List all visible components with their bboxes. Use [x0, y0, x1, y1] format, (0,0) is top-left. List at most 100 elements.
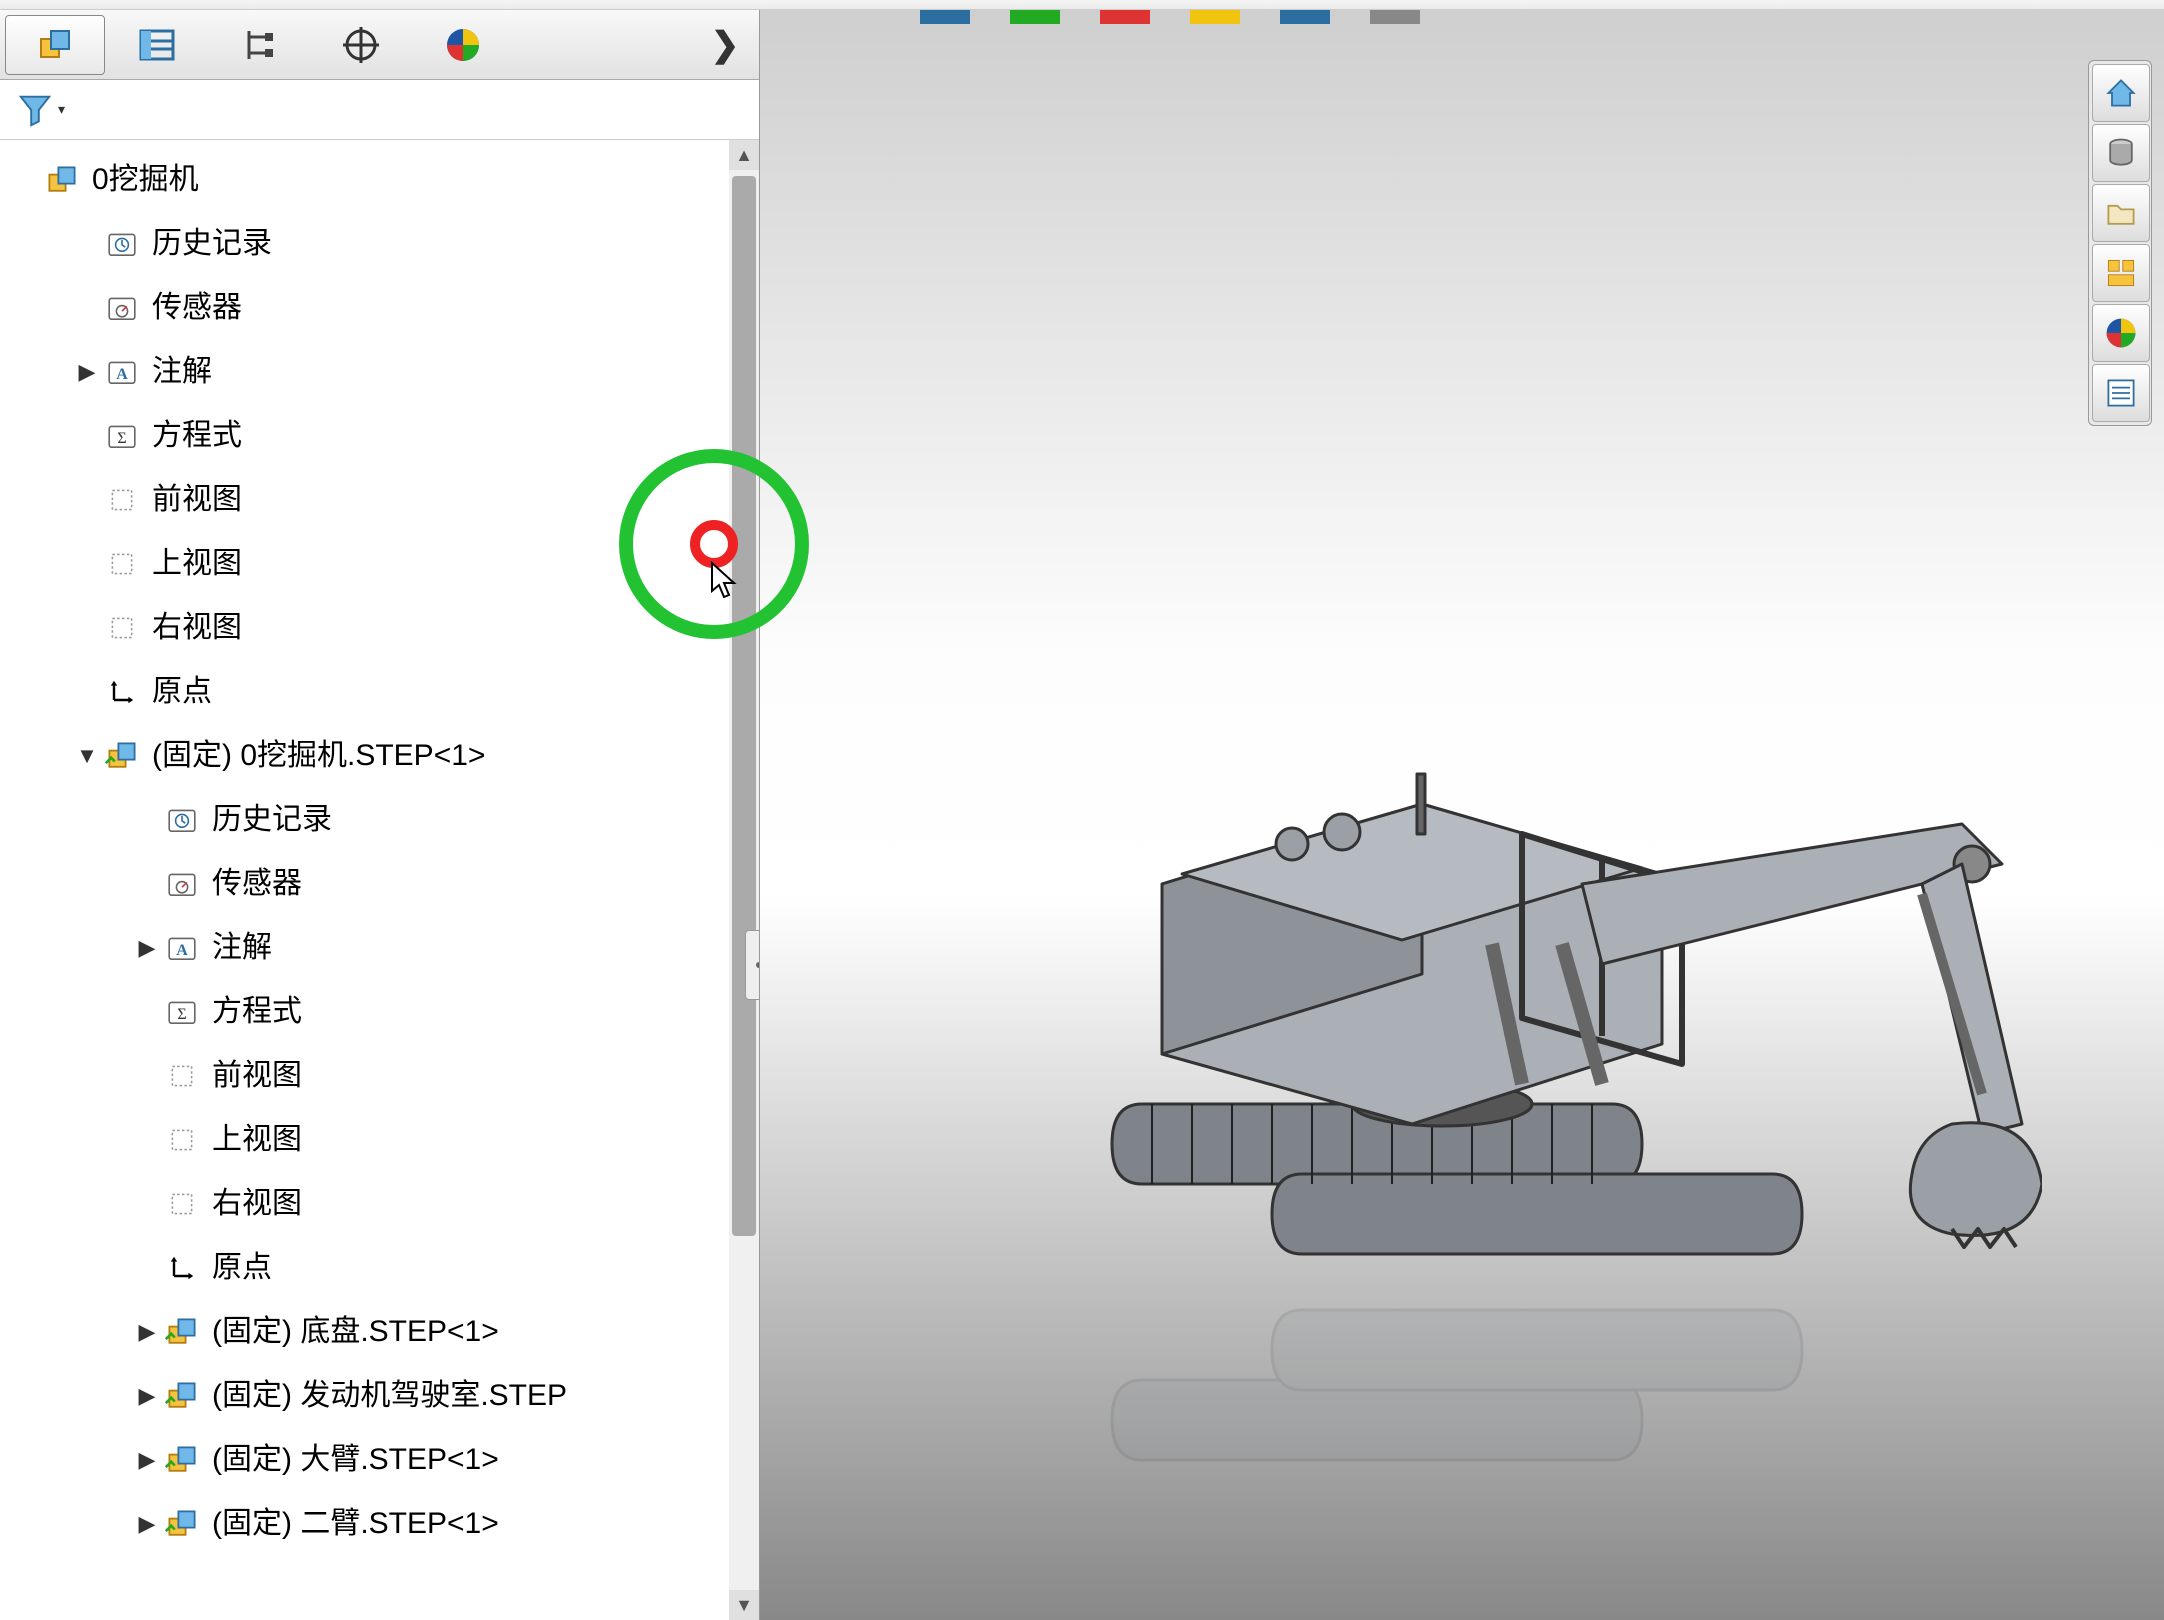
tree-label: 方程式: [212, 997, 302, 1027]
tree-item-sensors-2[interactable]: ▶ 传感器: [0, 852, 759, 916]
appearances-button[interactable]: [2092, 304, 2150, 362]
panel-tab-strip: ❯: [0, 10, 759, 80]
tree-item-equations[interactable]: ▶ Σ 方程式: [0, 404, 759, 468]
origin-icon: [162, 1248, 202, 1288]
sensors-icon: [162, 864, 202, 904]
tab-property-manager[interactable]: [107, 15, 207, 75]
expand-caret-icon[interactable]: ▶: [132, 1321, 162, 1343]
tree-label: 前视图: [152, 485, 242, 515]
part-icon: [162, 1312, 202, 1352]
tree-item-annotations[interactable]: ▶ A 注解: [0, 340, 759, 404]
scroll-thumb[interactable]: [732, 176, 756, 1236]
tree-item-origin-2[interactable]: ▶ 原点: [0, 1236, 759, 1300]
tab-feature-tree[interactable]: [5, 15, 105, 75]
tree-label: (固定) 发动机驾驶室.STEP: [212, 1381, 567, 1411]
tree-label: 右视图: [152, 613, 242, 643]
tree-item-chassis[interactable]: ▶ (固定) 底盘.STEP<1>: [0, 1300, 759, 1364]
tree-label: 方程式: [152, 421, 242, 451]
folder-icon: [2103, 195, 2139, 231]
view-palette-button[interactable]: [2092, 244, 2150, 302]
svg-text:Σ: Σ: [117, 430, 126, 447]
plane-icon: [102, 544, 142, 584]
excavator-model: [1022, 584, 2042, 1304]
graphics-viewport[interactable]: [760, 10, 2164, 1620]
history-icon: [102, 224, 142, 264]
panel-splitter-handle[interactable]: [745, 930, 759, 1000]
tree-label: 原点: [212, 1253, 272, 1283]
tree-vertical-scrollbar[interactable]: ▲ ▼: [729, 140, 759, 1620]
plane-icon: [162, 1056, 202, 1096]
task-pane-toolbar: [2088, 60, 2152, 426]
tree-label: 上视图: [212, 1125, 302, 1155]
property-icon: [137, 25, 177, 65]
expand-caret-icon[interactable]: ▶: [132, 1513, 162, 1535]
expand-caret-icon[interactable]: ▶: [72, 361, 102, 383]
tree-item-big-arm[interactable]: ▶ (固定) 大臂.STEP<1>: [0, 1428, 759, 1492]
tree-item-history[interactable]: ▶ 历史记录: [0, 212, 759, 276]
expand-caret-icon[interactable]: ▶: [132, 1385, 162, 1407]
expand-caret-icon[interactable]: ▶: [132, 937, 162, 959]
list-icon: [2103, 375, 2139, 411]
home-button[interactable]: [2092, 64, 2150, 122]
svg-text:A: A: [116, 366, 128, 383]
equations-icon: Σ: [162, 992, 202, 1032]
feature-tree[interactable]: ▶ 0挖掘机 ▶ 历史记录 ▶ 传感器 ▶: [0, 140, 759, 1564]
model-reflection: [1022, 1260, 2042, 1620]
tree-root[interactable]: ▶ 0挖掘机: [0, 148, 759, 212]
appearance-tab-icon: [443, 25, 483, 65]
custom-properties-button[interactable]: [2092, 364, 2150, 422]
tree-item-equations-2[interactable]: ▶ Σ 方程式: [0, 980, 759, 1044]
scroll-up-button[interactable]: ▲: [729, 140, 759, 170]
home-icon: [2103, 75, 2139, 111]
filter-bar[interactable]: ▾: [0, 80, 759, 140]
cylinder-icon: [2103, 135, 2139, 171]
sensors-icon: [102, 288, 142, 328]
config-icon: [239, 25, 279, 65]
tree-item-origin[interactable]: ▶ 原点: [0, 660, 759, 724]
tree-label: 上视图: [152, 549, 242, 579]
tree-item-right-plane-2[interactable]: ▶ 右视图: [0, 1172, 759, 1236]
tab-display-manager[interactable]: [413, 15, 513, 75]
plane-icon: [102, 608, 142, 648]
main-layout: ❯ ▾ ▶ 0挖掘机 ▶: [0, 10, 2164, 1620]
target-icon: [341, 25, 381, 65]
annotations-icon: A: [102, 352, 142, 392]
history-icon: [162, 800, 202, 840]
tree-label: 注解: [152, 357, 212, 387]
tree-label: 历史记录: [152, 229, 272, 259]
plane-icon: [162, 1184, 202, 1224]
tab-dimxpert-manager[interactable]: [311, 15, 411, 75]
layout-icon: [2103, 255, 2139, 291]
tree-label: 右视图: [212, 1189, 302, 1219]
assembly-icon: [35, 25, 75, 65]
plane-icon: [102, 480, 142, 520]
file-explorer-button[interactable]: [2092, 184, 2150, 242]
tree-label: (固定) 大臂.STEP<1>: [212, 1445, 499, 1475]
tree-item-second-arm[interactable]: ▶ (固定) 二臂.STEP<1>: [0, 1492, 759, 1556]
chevron-right-icon: ❯: [711, 25, 740, 65]
tree-item-top-plane-2[interactable]: ▶ 上视图: [0, 1108, 759, 1172]
collapse-caret-icon[interactable]: ▼: [72, 745, 102, 767]
tree-item-top-plane[interactable]: ▶ 上视图: [0, 532, 759, 596]
tree-item-front-plane[interactable]: ▶ 前视图: [0, 468, 759, 532]
svg-text:A: A: [176, 942, 188, 959]
plane-icon: [162, 1120, 202, 1160]
design-library-button[interactable]: [2092, 124, 2150, 182]
feature-tree-scroll: ▶ 0挖掘机 ▶ 历史记录 ▶ 传感器 ▶: [0, 140, 759, 1620]
tree-item-sensors[interactable]: ▶ 传感器: [0, 276, 759, 340]
dropdown-caret-icon: ▾: [58, 101, 65, 118]
tree-item-annotations-2[interactable]: ▶ A 注解: [0, 916, 759, 980]
assembly-root-icon: [42, 160, 82, 200]
tree-item-history-2[interactable]: ▶ 历史记录: [0, 788, 759, 852]
tree-item-right-plane[interactable]: ▶ 右视图: [0, 596, 759, 660]
tree-item-engine-cab[interactable]: ▶ (固定) 发动机驾驶室.STEP: [0, 1364, 759, 1428]
tab-configuration-manager[interactable]: [209, 15, 309, 75]
scroll-down-button[interactable]: ▼: [729, 1590, 759, 1620]
feature-manager-panel: ❯ ▾ ▶ 0挖掘机 ▶: [0, 10, 760, 1620]
tab-overflow-button[interactable]: ❯: [695, 25, 755, 65]
tree-label: 前视图: [212, 1061, 302, 1091]
tree-item-front-plane-2[interactable]: ▶ 前视图: [0, 1044, 759, 1108]
expand-caret-icon[interactable]: ▶: [132, 1449, 162, 1471]
tree-item-step-assembly[interactable]: ▼ (固定) 0挖掘机.STEP<1>: [0, 724, 759, 788]
tree-label: 传感器: [152, 293, 242, 323]
